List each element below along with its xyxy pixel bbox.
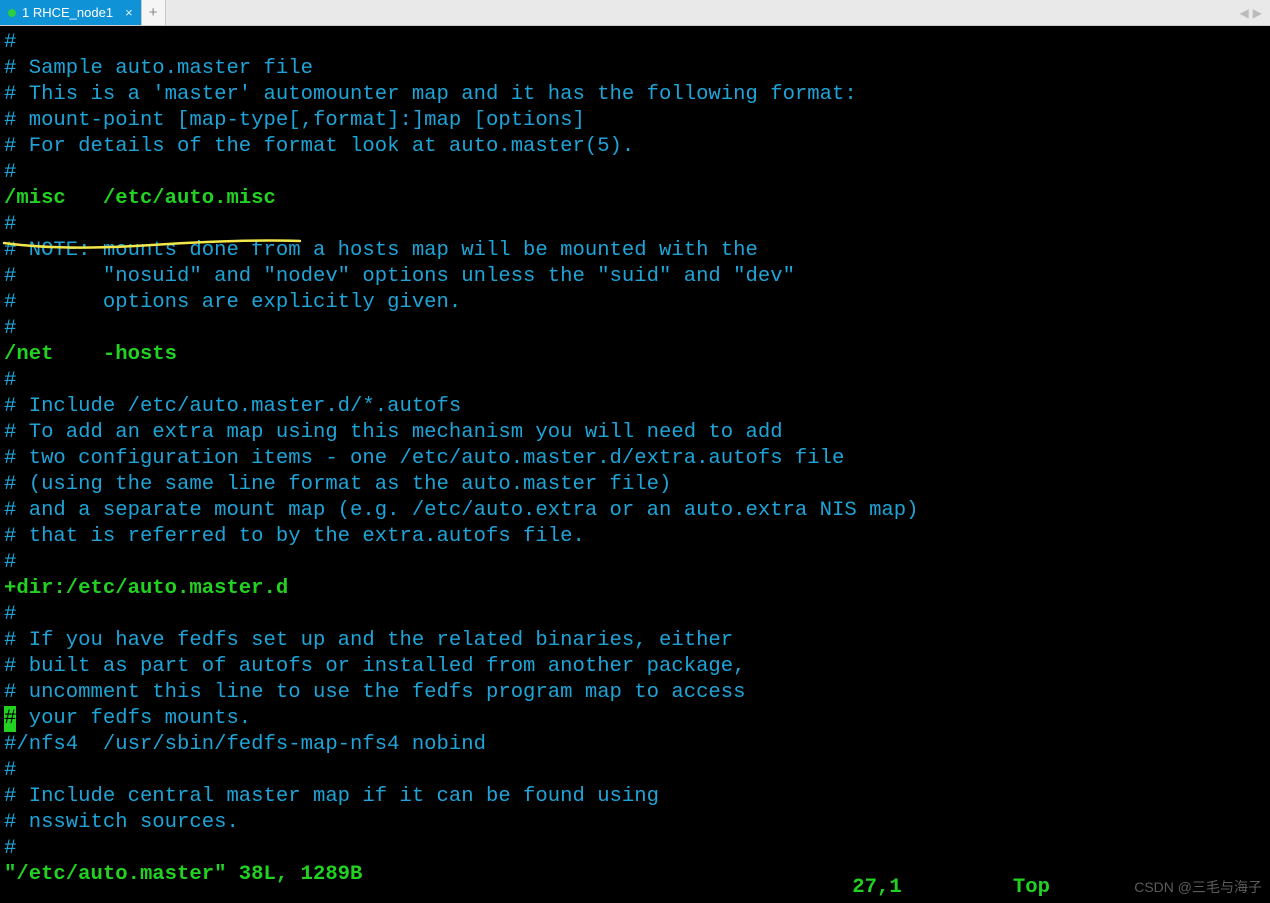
new-tab-button[interactable]: + — [142, 0, 166, 25]
file-line: # "nosuid" and "nodev" options unless th… — [4, 264, 1266, 290]
cursor-position: 27,1 — [852, 876, 901, 899]
file-line-cursor: # your fedfs mounts. — [4, 706, 1266, 732]
nav-left-icon[interactable]: ◀ — [1240, 6, 1249, 20]
file-line: # — [4, 212, 1266, 238]
file-line-dir: +dir:/etc/auto.master.d — [4, 576, 1266, 602]
file-line: # — [4, 160, 1266, 186]
vim-status-left: "/etc/auto.master" 38L, 1289B — [4, 862, 1266, 888]
file-line: # built as part of autofs or installed f… — [4, 654, 1266, 680]
nav-right-icon[interactable]: ▶ — [1253, 6, 1262, 20]
file-line: # If you have fedfs set up and the relat… — [4, 628, 1266, 654]
file-line: # For details of the format look at auto… — [4, 134, 1266, 160]
file-line: # This is a 'master' automounter map and… — [4, 82, 1266, 108]
file-line-misc: /misc /etc/auto.misc — [4, 186, 1266, 212]
tab-label: 1 RHCE_node1 — [22, 5, 113, 20]
cursor-icon: # — [4, 706, 16, 732]
file-line: # Include central master map if it can b… — [4, 784, 1266, 810]
file-line: # NOTE: mounts done from a hosts map wil… — [4, 238, 1266, 264]
file-line: # Include /etc/auto.master.d/*.autofs — [4, 394, 1266, 420]
file-line-rest: your fedfs mounts. — [16, 707, 251, 730]
file-line: # — [4, 30, 1266, 56]
tab-bar: 1 RHCE_node1 × + ◀ ▶ — [0, 0, 1270, 26]
file-line: # (using the same line format as the aut… — [4, 472, 1266, 498]
file-line: # — [4, 836, 1266, 862]
file-line: # — [4, 550, 1266, 576]
plus-icon: + — [149, 4, 158, 21]
file-line: # that is referred to by the extra.autof… — [4, 524, 1266, 550]
file-line: # uncomment this line to use the fedfs p… — [4, 680, 1266, 706]
tab-nav: ◀ ▶ — [1240, 0, 1270, 25]
file-line: # nsswitch sources. — [4, 810, 1266, 836]
file-line: # Sample auto.master file — [4, 56, 1266, 82]
file-line: #/nfs4 /usr/sbin/fedfs-map-nfs4 nobind — [4, 732, 1266, 758]
watermark-text: CSDN @三毛与海子 — [1134, 879, 1262, 895]
file-line: # To add an extra map using this mechani… — [4, 420, 1266, 446]
file-line: # two configuration items - one /etc/aut… — [4, 446, 1266, 472]
file-line: # — [4, 368, 1266, 394]
file-line: # — [4, 602, 1266, 628]
tab-rhce-node1[interactable]: 1 RHCE_node1 × — [0, 0, 142, 25]
file-line: # and a separate mount map (e.g. /etc/au… — [4, 498, 1266, 524]
vim-status-right: 27,1 Top — [852, 876, 1050, 899]
terminal-area[interactable]: # # Sample auto.master file # This is a … — [0, 26, 1270, 903]
file-line: # — [4, 758, 1266, 784]
file-line-net: /net -hosts — [4, 342, 1266, 368]
file-line: # — [4, 316, 1266, 342]
watermark: CSDN @三毛与海子 — [1134, 877, 1262, 897]
scroll-position: Top — [1013, 876, 1050, 899]
file-line: # options are explicitly given. — [4, 290, 1266, 316]
file-line: # mount-point [map-type[,format]:]map [o… — [4, 108, 1266, 134]
close-icon[interactable]: × — [125, 5, 133, 20]
file-content: # # Sample auto.master file # This is a … — [0, 26, 1270, 888]
status-dot-icon — [8, 9, 16, 17]
